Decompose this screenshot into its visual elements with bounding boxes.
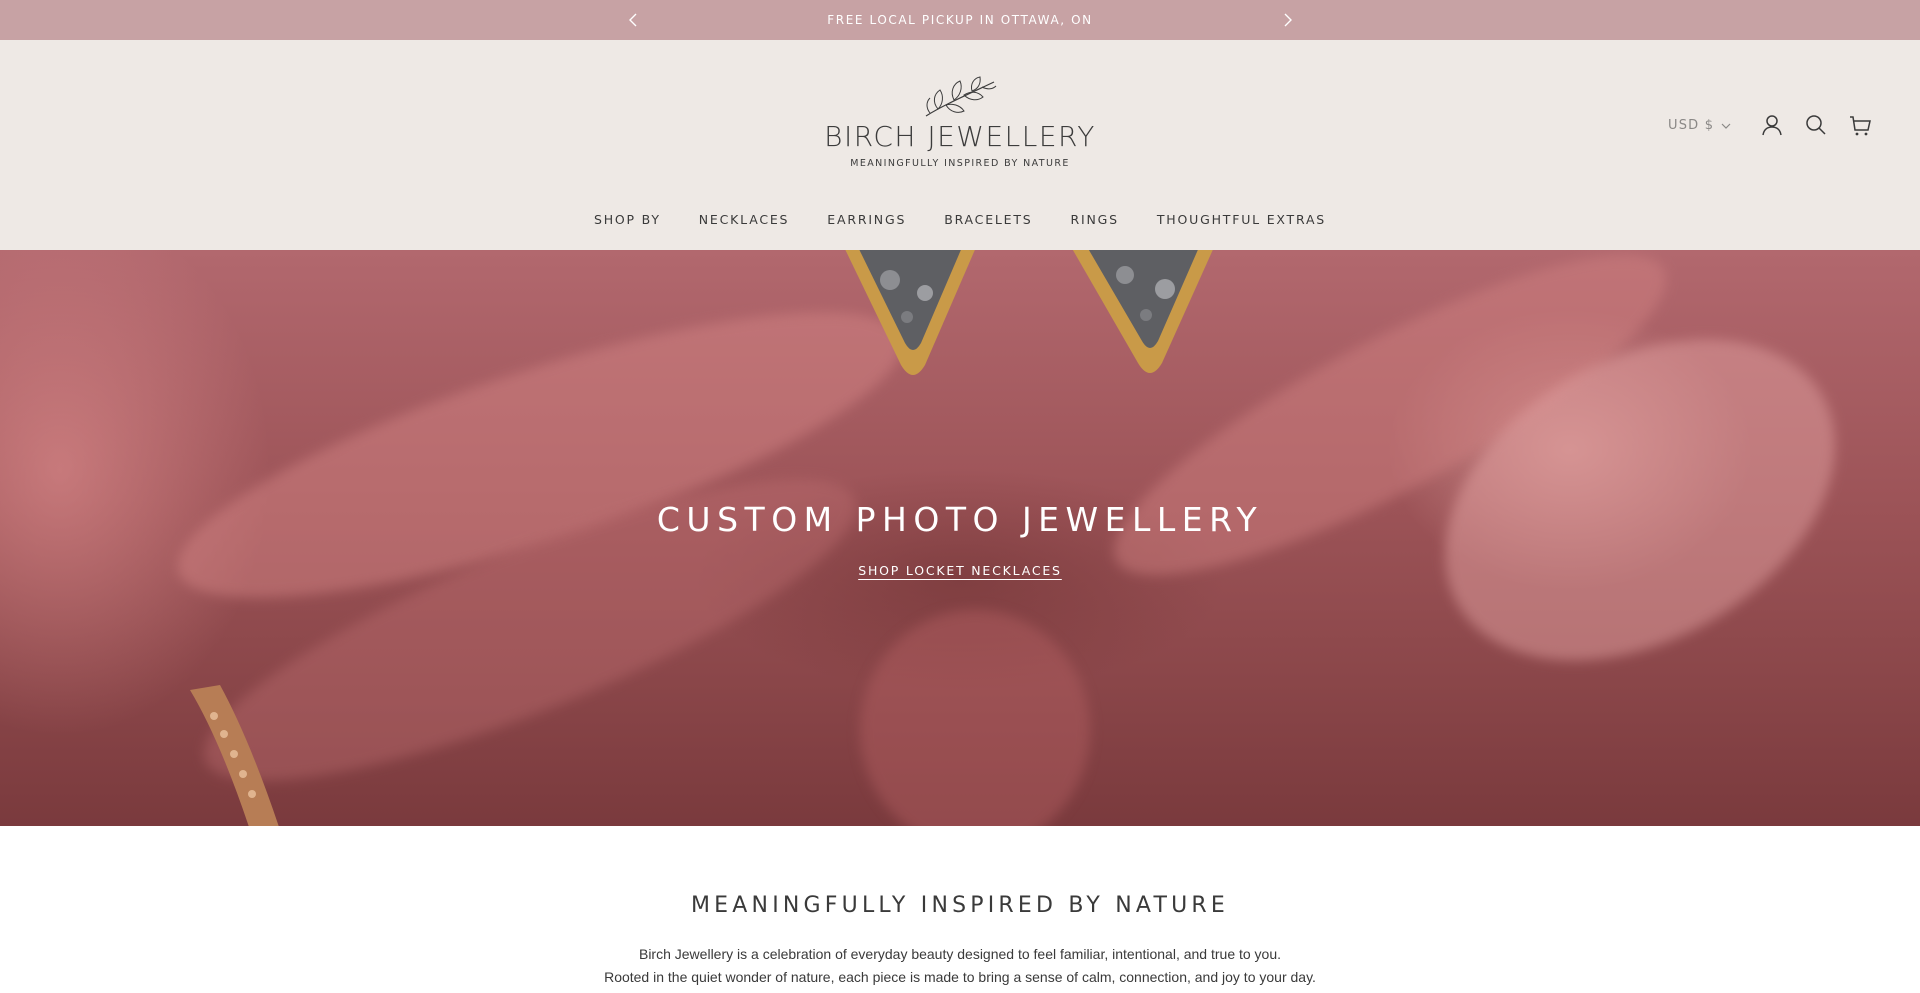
site-header: BIRCH JEWELLERY MEANINGFULLY INSPIRED BY…: [0, 40, 1920, 250]
cart-icon[interactable]: [1847, 112, 1873, 138]
nav-item-rings[interactable]: RINGS: [1071, 210, 1119, 230]
nav-item-earrings[interactable]: EARRINGS: [827, 210, 906, 230]
shop-locket-necklaces-link[interactable]: SHOP LOCKET NECKLACES: [858, 563, 1062, 578]
nav-item-thoughtful-extras[interactable]: THOUGHTFUL EXTRAS: [1157, 210, 1326, 230]
nav-item-necklaces[interactable]: NECKLACES: [699, 210, 790, 230]
logo-tagline: MEANINGFULLY INSPIRED BY NATURE: [850, 158, 1070, 169]
announcement-text: FREE LOCAL PICKUP IN OTTAWA, ON: [827, 13, 1093, 27]
announcement-bar: FREE LOCAL PICKUP IN OTTAWA, ON: [0, 0, 1920, 40]
nav-item-shop-by[interactable]: SHOP BY: [594, 210, 661, 230]
hero-cta: SHOP LOCKET NECKLACES: [0, 560, 1920, 579]
chevron-right-icon[interactable]: [1278, 11, 1296, 29]
hero-title: CUSTOM PHOTO JEWELLERY: [656, 500, 1264, 539]
ring-image: [190, 685, 279, 826]
earring-image: [1072, 250, 1213, 373]
about-text-line: Birch Jewellery is a celebration of ever…: [638, 946, 1282, 962]
logo-name: BIRCH JEWELLERY: [824, 120, 1096, 153]
about-text-line: Rooted in the quiet wonder of nature, ea…: [604, 969, 1316, 985]
branch-logo-icon: [925, 76, 997, 117]
earring-image: [845, 250, 975, 375]
search-icon[interactable]: [1803, 112, 1829, 138]
nav-item-bracelets[interactable]: BRACELETS: [944, 210, 1032, 230]
hero-background-shape: [860, 610, 1090, 826]
currency-selector[interactable]: USD $: [1668, 116, 1714, 136]
about-title: MEANINGFULLY INSPIRED BY NATURE: [691, 893, 1229, 918]
main-nav: SHOP BY NECKLACES EARRINGS BRACELETS RIN…: [0, 210, 1920, 230]
logo[interactable]: BIRCH JEWELLERY MEANINGFULLY INSPIRED BY…: [820, 76, 1100, 176]
hero-banner: CUSTOM PHOTO JEWELLERY SHOP LOCKET NECKL…: [0, 250, 1920, 826]
chevron-down-icon[interactable]: [1720, 120, 1732, 132]
account-icon[interactable]: [1759, 112, 1785, 138]
